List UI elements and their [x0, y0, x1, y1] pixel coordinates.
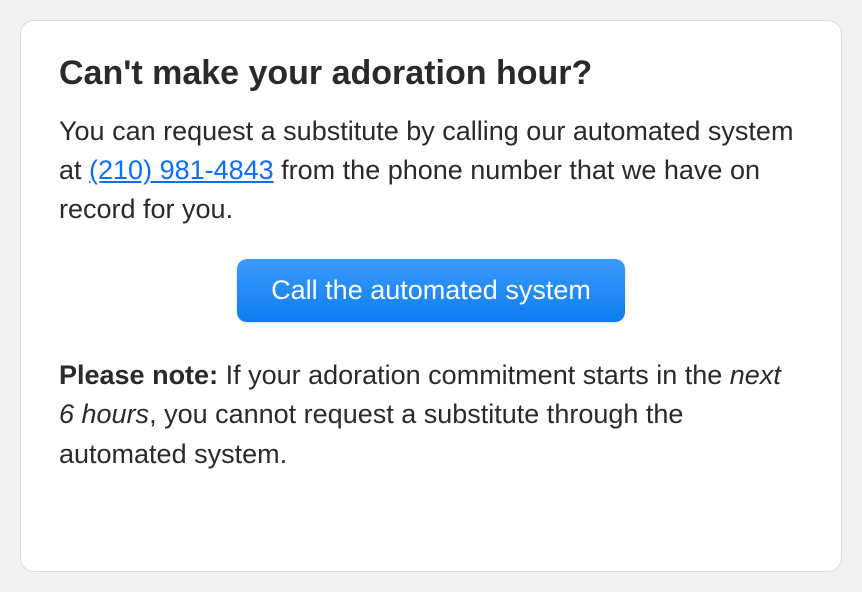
phone-link[interactable]: (210) 981-4843 — [89, 155, 274, 185]
note-label: Please note: — [59, 360, 218, 390]
info-card: Can't make your adoration hour? You can … — [20, 20, 842, 572]
card-note: Please note: If your adoration commitmen… — [59, 356, 803, 473]
button-row: Call the automated system — [59, 259, 803, 322]
card-description: You can request a substitute by calling … — [59, 112, 803, 229]
note-pre: If your adoration commitment starts in t… — [218, 360, 730, 390]
note-post: , you cannot request a substitute throug… — [59, 399, 683, 468]
call-button[interactable]: Call the automated system — [237, 259, 625, 322]
card-heading: Can't make your adoration hour? — [59, 53, 803, 94]
